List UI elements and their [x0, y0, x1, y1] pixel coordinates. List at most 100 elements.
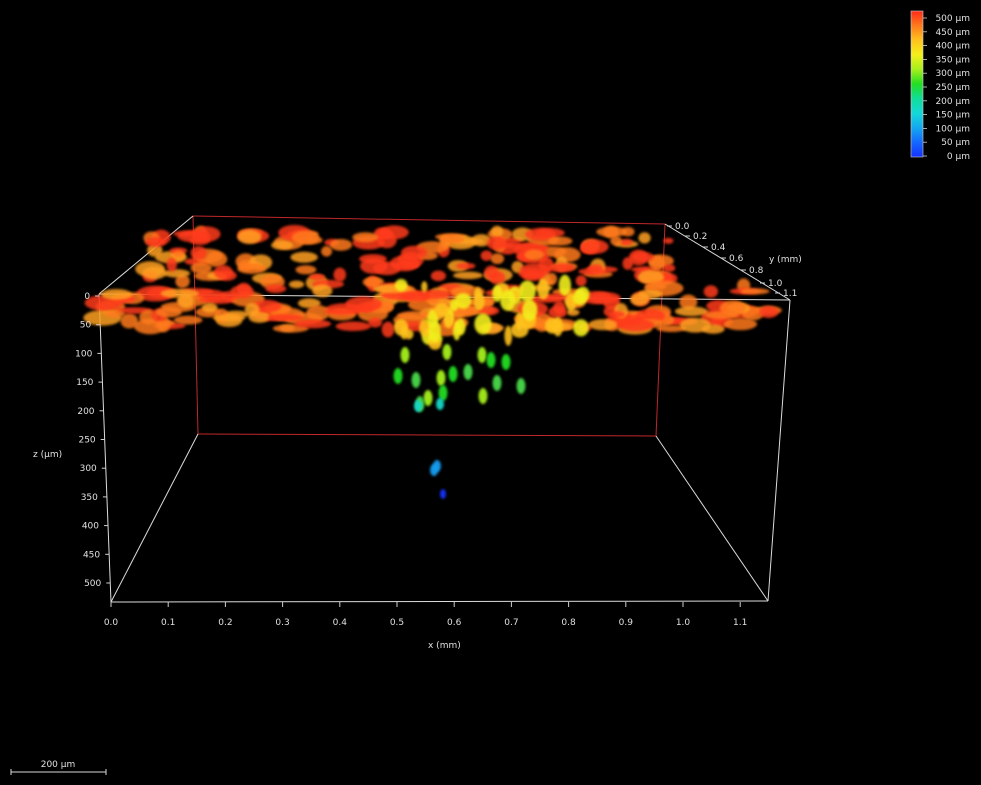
volume-blob — [430, 270, 447, 282]
z-tick-label: 400 — [82, 522, 99, 532]
volume-blob — [360, 258, 388, 274]
volume-blob — [271, 240, 294, 250]
x-tick-label: 0.2 — [218, 618, 232, 628]
x-tick-label: 0.4 — [333, 618, 348, 628]
z-tick-label: 450 — [83, 550, 100, 560]
volume-blob — [516, 378, 526, 394]
x-tick-label: 0.8 — [561, 618, 576, 628]
volume-blob — [609, 310, 626, 318]
volume-blob — [423, 390, 433, 406]
x-tick-label: 0.3 — [275, 618, 289, 628]
volume-blob — [333, 267, 347, 282]
volume-blob — [463, 364, 473, 380]
z-tick-label: 200 — [77, 407, 94, 417]
color-bar-gradient — [910, 10, 924, 158]
volume-blob — [381, 321, 395, 338]
volume-blob — [630, 293, 649, 306]
x-tick-label: 0.9 — [619, 618, 634, 628]
volume-blob — [265, 284, 287, 294]
color-bar-label: 200 µm — [935, 97, 970, 107]
volume-blob — [291, 230, 320, 245]
volume-blob — [442, 344, 452, 360]
volume-blob — [740, 288, 770, 295]
volume-blob — [631, 252, 655, 262]
volume-blob — [104, 310, 126, 318]
volume-blob — [723, 318, 758, 331]
scale-bar-label: 200 µm — [41, 760, 76, 770]
color-bar-label: 50 µm — [941, 138, 970, 148]
volume-blob — [352, 232, 379, 243]
volume-blob — [547, 236, 573, 246]
volume-blob — [421, 281, 428, 293]
color-bar-label: 500 µm — [935, 14, 970, 24]
volume-blob — [645, 283, 667, 290]
volume-blob — [201, 302, 218, 313]
volume-blob — [290, 251, 318, 263]
volume-blob — [610, 235, 622, 246]
volume-blob — [142, 266, 167, 280]
volume-blob — [345, 296, 383, 312]
color-bar-legend: 500 µm 450 µm 400 µm 350 µm 300 µm 250 µm 200 … — [910, 10, 970, 162]
volume-blob — [329, 238, 353, 251]
volume-blob — [244, 303, 260, 316]
volume-blob — [617, 318, 655, 332]
volume-blob — [575, 275, 587, 287]
volume-data-blobs — [83, 224, 782, 499]
color-bar-label: 450 µm — [935, 28, 970, 38]
color-bar-label: 250 µm — [935, 83, 970, 93]
volume-blob — [288, 280, 305, 289]
volume-blob — [719, 300, 746, 316]
volume-blob — [522, 299, 538, 321]
volume-blob — [295, 265, 317, 275]
volume-blob — [312, 284, 333, 298]
volume-blob — [434, 303, 450, 317]
volume-blob — [440, 489, 446, 499]
x-tick-label: 1.0 — [676, 618, 691, 628]
y-tick-label: 0.6 — [729, 254, 744, 264]
volume-blob — [622, 257, 634, 270]
z-tick-label: 500 — [84, 579, 101, 589]
volume-blob — [163, 269, 191, 278]
volume-blob — [177, 293, 194, 308]
volume-blob — [510, 322, 529, 338]
volume-blob — [478, 388, 488, 404]
volume-blob — [393, 319, 409, 336]
y-tick-label: 1.0 — [768, 279, 783, 289]
scale-bar: 200 µm — [10, 760, 107, 775]
volume-blob — [321, 246, 333, 257]
volume-blob — [596, 226, 628, 237]
y-tick-label: 0.4 — [711, 243, 726, 253]
volume-blob — [548, 263, 575, 273]
x-tick-label: 0.0 — [104, 618, 119, 628]
volume-blob — [492, 375, 502, 391]
volume-blob — [155, 306, 182, 318]
volume-blob — [576, 286, 590, 303]
volume-blob — [192, 226, 221, 242]
volume-blob — [212, 314, 246, 322]
volume-blob — [452, 320, 461, 341]
volume-blob — [558, 274, 572, 296]
volume-blob — [267, 314, 304, 322]
volume-blob — [213, 265, 233, 280]
volume-blob — [368, 317, 383, 328]
volume-blob — [587, 264, 604, 273]
volume-blob — [537, 279, 550, 300]
volume-blob — [306, 305, 330, 321]
x-axis: 0.0 0.1 0.2 0.3 0.4 0.5 0.6 0.7 0.8 0.9 1.0 1.1 — [104, 602, 747, 628]
color-bar-label: 400 µm — [935, 42, 970, 52]
volume-blob — [453, 271, 483, 280]
volume-blob — [448, 366, 458, 382]
volume-blob — [309, 273, 326, 281]
z-tick-label: 50 — [80, 321, 92, 331]
volume-render-view: 0 50 100 150 200 250 300 350 400 450 500 0.0 0.1 0.2… — [10, 10, 970, 775]
volume-blob — [473, 292, 485, 311]
volume-blob — [414, 400, 422, 412]
volume-blob — [545, 317, 560, 334]
volume-blob — [237, 263, 266, 274]
z-tick-label: 250 — [78, 436, 95, 446]
volume-blob — [588, 319, 618, 331]
volume-blob — [456, 262, 476, 270]
volume-blob — [400, 245, 428, 260]
volume-blob — [484, 265, 499, 280]
y-tick-label: 0.8 — [749, 266, 764, 276]
